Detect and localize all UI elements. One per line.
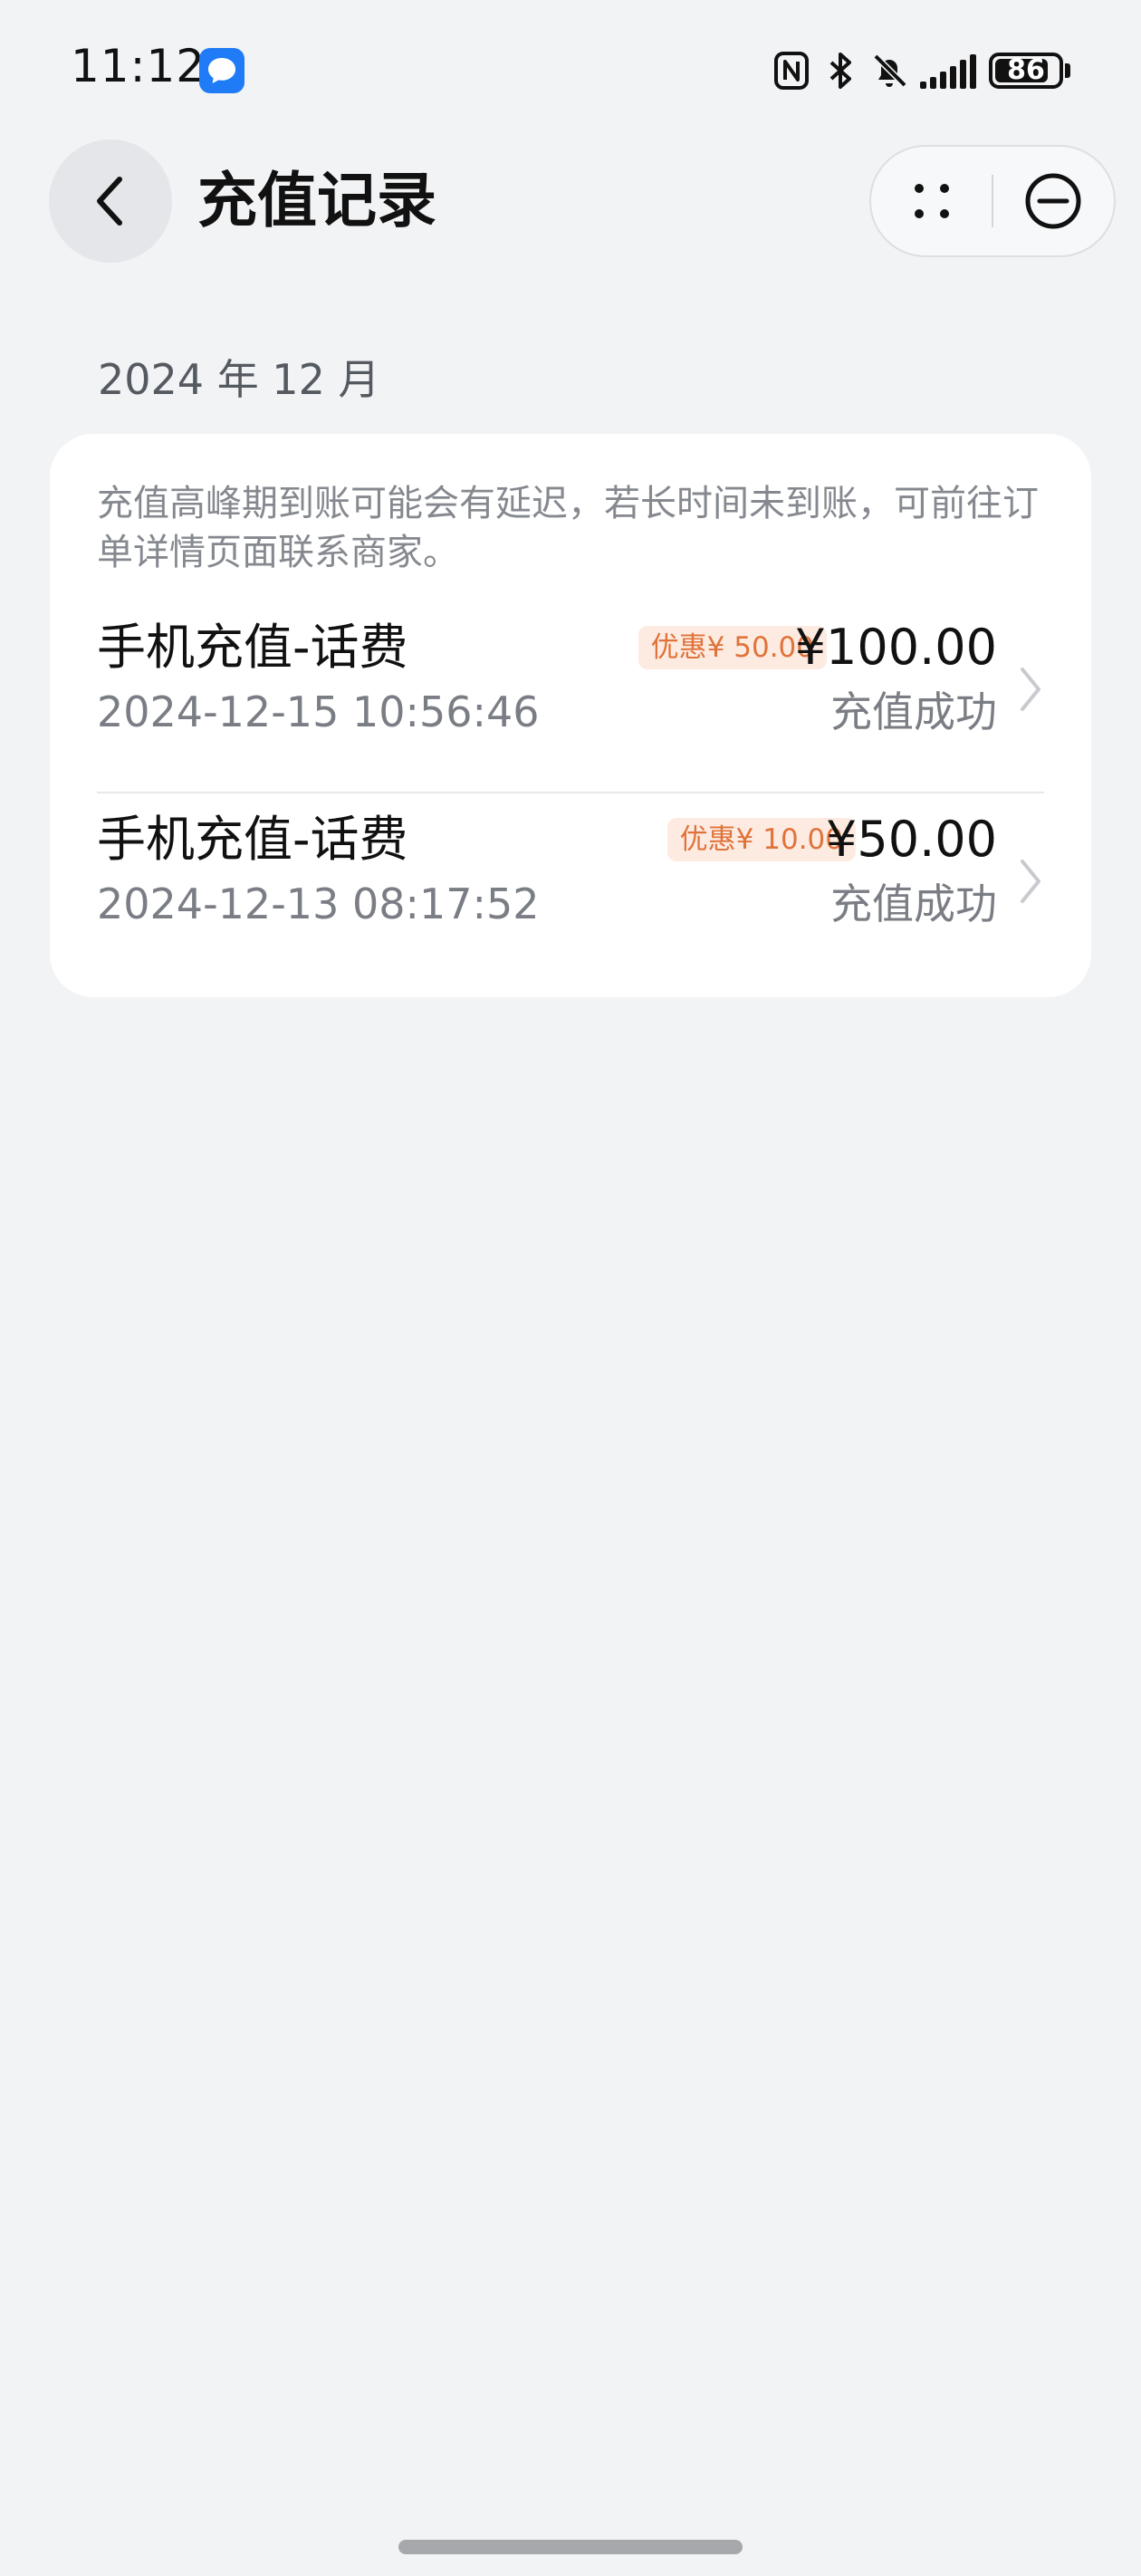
- record-time: 2024-12-15 10:56:46: [97, 687, 540, 736]
- home-indicator[interactable]: [398, 2540, 743, 2554]
- bluetooth-icon: [829, 53, 851, 89]
- chevron-right-icon: [1021, 668, 1040, 711]
- back-button[interactable]: [49, 139, 172, 263]
- record-item[interactable]: 手机充值-话费 2024-12-13 08:17:52 优惠¥ 10.00 ¥5…: [97, 807, 1044, 970]
- record-title: 手机充值-话费: [97, 811, 408, 868]
- record-status: 充值成功: [830, 687, 997, 736]
- records-card: 充值高峰期到账可能会有延迟，若长时间未到账，可前往订单详情页面联系商家。 手机充…: [50, 434, 1091, 997]
- mute-bell-icon: [873, 53, 907, 88]
- battery-indicator: 86: [989, 53, 1070, 89]
- status-icons: 86: [773, 47, 1070, 94]
- record-title: 手机充值-话费: [97, 619, 408, 676]
- battery-level: 86: [1007, 54, 1045, 86]
- close-button[interactable]: [993, 147, 1114, 255]
- divider: [97, 792, 1044, 793]
- record-status: 充值成功: [830, 879, 997, 928]
- battery-icon: 86: [989, 53, 1063, 89]
- message-icon: [199, 48, 244, 93]
- nfc-icon: [774, 52, 809, 90]
- recharge-records-page: 11:12 86 充值记录 2024 年 12 月 充值高峰期到账可能会有延迟，…: [0, 0, 1141, 2576]
- record-amount: ¥100.00: [794, 619, 997, 676]
- record-amount: ¥50.00: [826, 811, 997, 868]
- status-bar: 11:12 86: [0, 0, 1141, 136]
- mini-program-capsule: [869, 145, 1116, 257]
- signal-icon: [920, 53, 976, 89]
- month-label: 2024 年 12 月: [98, 355, 380, 404]
- close-circle-icon: [1025, 173, 1081, 229]
- delay-notice: 充值高峰期到账可能会有延迟，若长时间未到账，可前往订单详情页面联系商家。: [97, 483, 1039, 573]
- page-title: 充值记录: [197, 166, 436, 235]
- chevron-left-icon: [97, 177, 122, 226]
- status-time: 11:12: [71, 40, 206, 92]
- chevron-right-icon: [1021, 860, 1040, 903]
- record-time: 2024-12-13 08:17:52: [97, 879, 540, 928]
- more-button[interactable]: [871, 147, 992, 255]
- more-dots-icon: [914, 184, 949, 218]
- record-item[interactable]: 手机充值-话费 2024-12-15 10:56:46 优惠¥ 50.00 ¥1…: [97, 615, 1044, 778]
